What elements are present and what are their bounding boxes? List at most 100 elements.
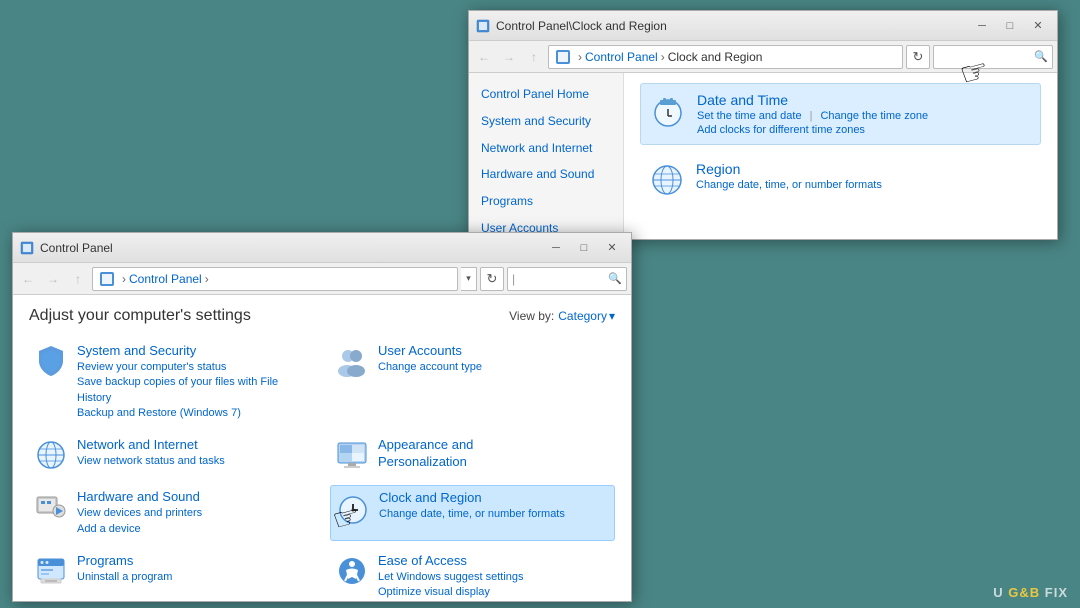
clock-region-icon [335,490,371,526]
clock-region-window: Control Panel\Clock and Region ─ □ ✕ ← →… [468,10,1058,240]
cp-cat-network: Network and Internet View network status… [29,433,314,477]
cr-region-icon [648,161,686,199]
cr-address-path: › Control Panel › Clock and Region [548,45,903,69]
control-panel-window: Control Panel ─ □ ✕ ← → ↑ › Control Pane… [12,232,632,602]
cr-close-button[interactable]: ✕ [1025,16,1051,36]
cp-hardware-sub2[interactable]: Add a device [77,522,310,537]
cr-region-links: Change date, time, or number formats [696,179,882,191]
cp-ease-title[interactable]: Ease of Access [378,553,611,570]
cp-system-sub2[interactable]: Save backup copies of your files with Fi… [77,375,310,406]
cp-clock-sub1[interactable]: Change date, time, or number formats [379,507,610,522]
cr-window-controls: ─ □ ✕ [969,16,1051,36]
system-security-icon [33,343,69,379]
cp-search-input[interactable] [512,272,608,286]
cr-main: Date and Time Set the time and date | Ch… [624,73,1057,239]
cp-close-button[interactable]: ✕ [599,238,625,258]
cp-title-bar: Control Panel ─ □ ✕ [13,233,631,263]
cr-add-clocks-link[interactable]: Add clocks for different time zones [697,124,865,136]
cr-datetime-item: Date and Time Set the time and date | Ch… [640,83,1041,145]
cp-hardware-title[interactable]: Hardware and Sound [77,489,310,506]
cp-cat-appearance: Appearance andPersonalization [330,433,615,477]
cp-programs-text: Programs Uninstall a program [77,553,310,585]
cp-breadcrumb-cp[interactable]: Control Panel [129,272,202,286]
cp-hardware-sub1[interactable]: View devices and printers [77,506,310,521]
watermark-highlight: G&B [1008,585,1040,600]
desktop: Control Panel\Clock and Region ─ □ ✕ ← →… [0,0,1080,608]
cp-address-bar: ← → ↑ › Control Panel › ▾ ↻ 🔍 [13,263,631,295]
cp-search-box: 🔍 [507,267,627,291]
cp-search-icon[interactable]: 🔍 [608,272,622,285]
cp-ease-sub1[interactable]: Let Windows suggest settings [378,570,611,585]
cp-clock-text: Clock and Region Change date, time, or n… [379,490,610,522]
cp-system-sub3[interactable]: Backup and Restore (Windows 7) [77,406,310,421]
cr-datetime-links2: Add clocks for different time zones [697,124,928,136]
cp-window-icon [19,240,35,256]
cp-ease-text: Ease of Access Let Windows suggest setti… [378,553,611,601]
cr-breadcrumb-controlpanel[interactable]: Control Panel [585,50,658,64]
cp-content: Adjust your computer's settings View by:… [13,295,631,601]
cp-window-title: Control Panel [40,241,543,255]
cp-address-path: › Control Panel › [92,267,458,291]
network-internet-icon [33,437,69,473]
cp-programs-sub1[interactable]: Uninstall a program [77,570,310,585]
cp-users-title[interactable]: User Accounts [378,343,611,360]
cp-ease-sub2[interactable]: Optimize visual display [378,585,611,600]
cp-back-button[interactable]: ← [17,268,39,290]
cr-change-timezone-link[interactable]: Change the time zone [820,110,928,122]
cr-address-bar: ← → ↑ › Control Panel › Clock and Region… [469,41,1057,73]
cp-forward-button[interactable]: → [42,268,64,290]
cr-change-formats-link[interactable]: Change date, time, or number formats [696,179,882,191]
cr-set-time-link[interactable]: Set the time and date [697,110,802,122]
cr-search-icon[interactable]: 🔍 [1034,50,1048,63]
cp-system-sub1[interactable]: Review your computer's status [77,360,310,375]
cr-search-box: 🔍 [933,45,1053,69]
cr-nav-system[interactable]: System and Security [469,108,623,135]
cp-network-sub1[interactable]: View network status and tasks [77,454,310,469]
cr-search-input[interactable] [938,50,1034,64]
cp-cat-programs: Programs Uninstall a program [29,549,314,601]
cr-maximize-button[interactable]: □ [997,16,1023,36]
ease-of-access-icon [334,553,370,589]
appearance-icon [334,437,370,473]
cr-region-title[interactable]: Region [696,161,882,177]
cp-programs-title[interactable]: Programs [77,553,310,570]
cr-content: Control Panel Home System and Security N… [469,73,1057,239]
cp-refresh-button[interactable]: ↻ [480,267,504,291]
cr-nav-hardware[interactable]: Hardware and Sound [469,161,623,188]
cr-window-icon [475,18,491,34]
cr-nav-programs[interactable]: Programs [469,188,623,215]
cp-view-by: View by: Category ▾ [509,309,615,323]
cp-network-title[interactable]: Network and Internet [77,437,310,454]
cp-view-by-dropdown[interactable]: Category ▾ [558,309,615,323]
cp-path-dropdown[interactable]: ▾ [461,267,477,291]
cr-window-title: Control Panel\Clock and Region [496,19,969,33]
cr-minimize-button[interactable]: ─ [969,16,995,36]
cp-main: Adjust your computer's settings View by:… [13,295,631,601]
cp-view-by-label: View by: [509,309,554,323]
watermark: U G&B FIX [993,585,1068,600]
cp-users-sub1[interactable]: Change account type [378,360,611,375]
cr-back-button[interactable]: ← [473,46,495,68]
cr-refresh-button[interactable]: ↻ [906,45,930,69]
cr-forward-button[interactable]: → [498,46,520,68]
cp-clock-title[interactable]: Clock and Region [379,490,610,507]
cp-cat-hardware: Hardware and Sound View devices and prin… [29,485,314,541]
hardware-sound-icon [33,489,69,525]
cp-system-text: System and Security Review your computer… [77,343,310,421]
cr-sidebar: Control Panel Home System and Security N… [469,73,624,239]
user-accounts-icon [334,343,370,379]
cp-categories-grid: System and Security Review your computer… [29,339,615,601]
cp-up-button[interactable]: ↑ [67,268,89,290]
cp-appearance-title[interactable]: Appearance andPersonalization [378,437,611,471]
cp-maximize-button[interactable]: □ [571,238,597,258]
cr-breadcrumb-clockregion: Clock and Region [668,50,763,64]
cr-datetime-icon [649,92,687,130]
cr-nav-network[interactable]: Network and Internet [469,135,623,162]
cp-system-title[interactable]: System and Security [77,343,310,360]
cr-nav-home[interactable]: Control Panel Home [469,81,623,108]
cr-datetime-title[interactable]: Date and Time [697,92,928,108]
cp-cat-ease: Ease of Access Let Windows suggest setti… [330,549,615,601]
cr-up-button[interactable]: ↑ [523,46,545,68]
cp-heading-title: Adjust your computer's settings [29,307,251,325]
cp-minimize-button[interactable]: ─ [543,238,569,258]
